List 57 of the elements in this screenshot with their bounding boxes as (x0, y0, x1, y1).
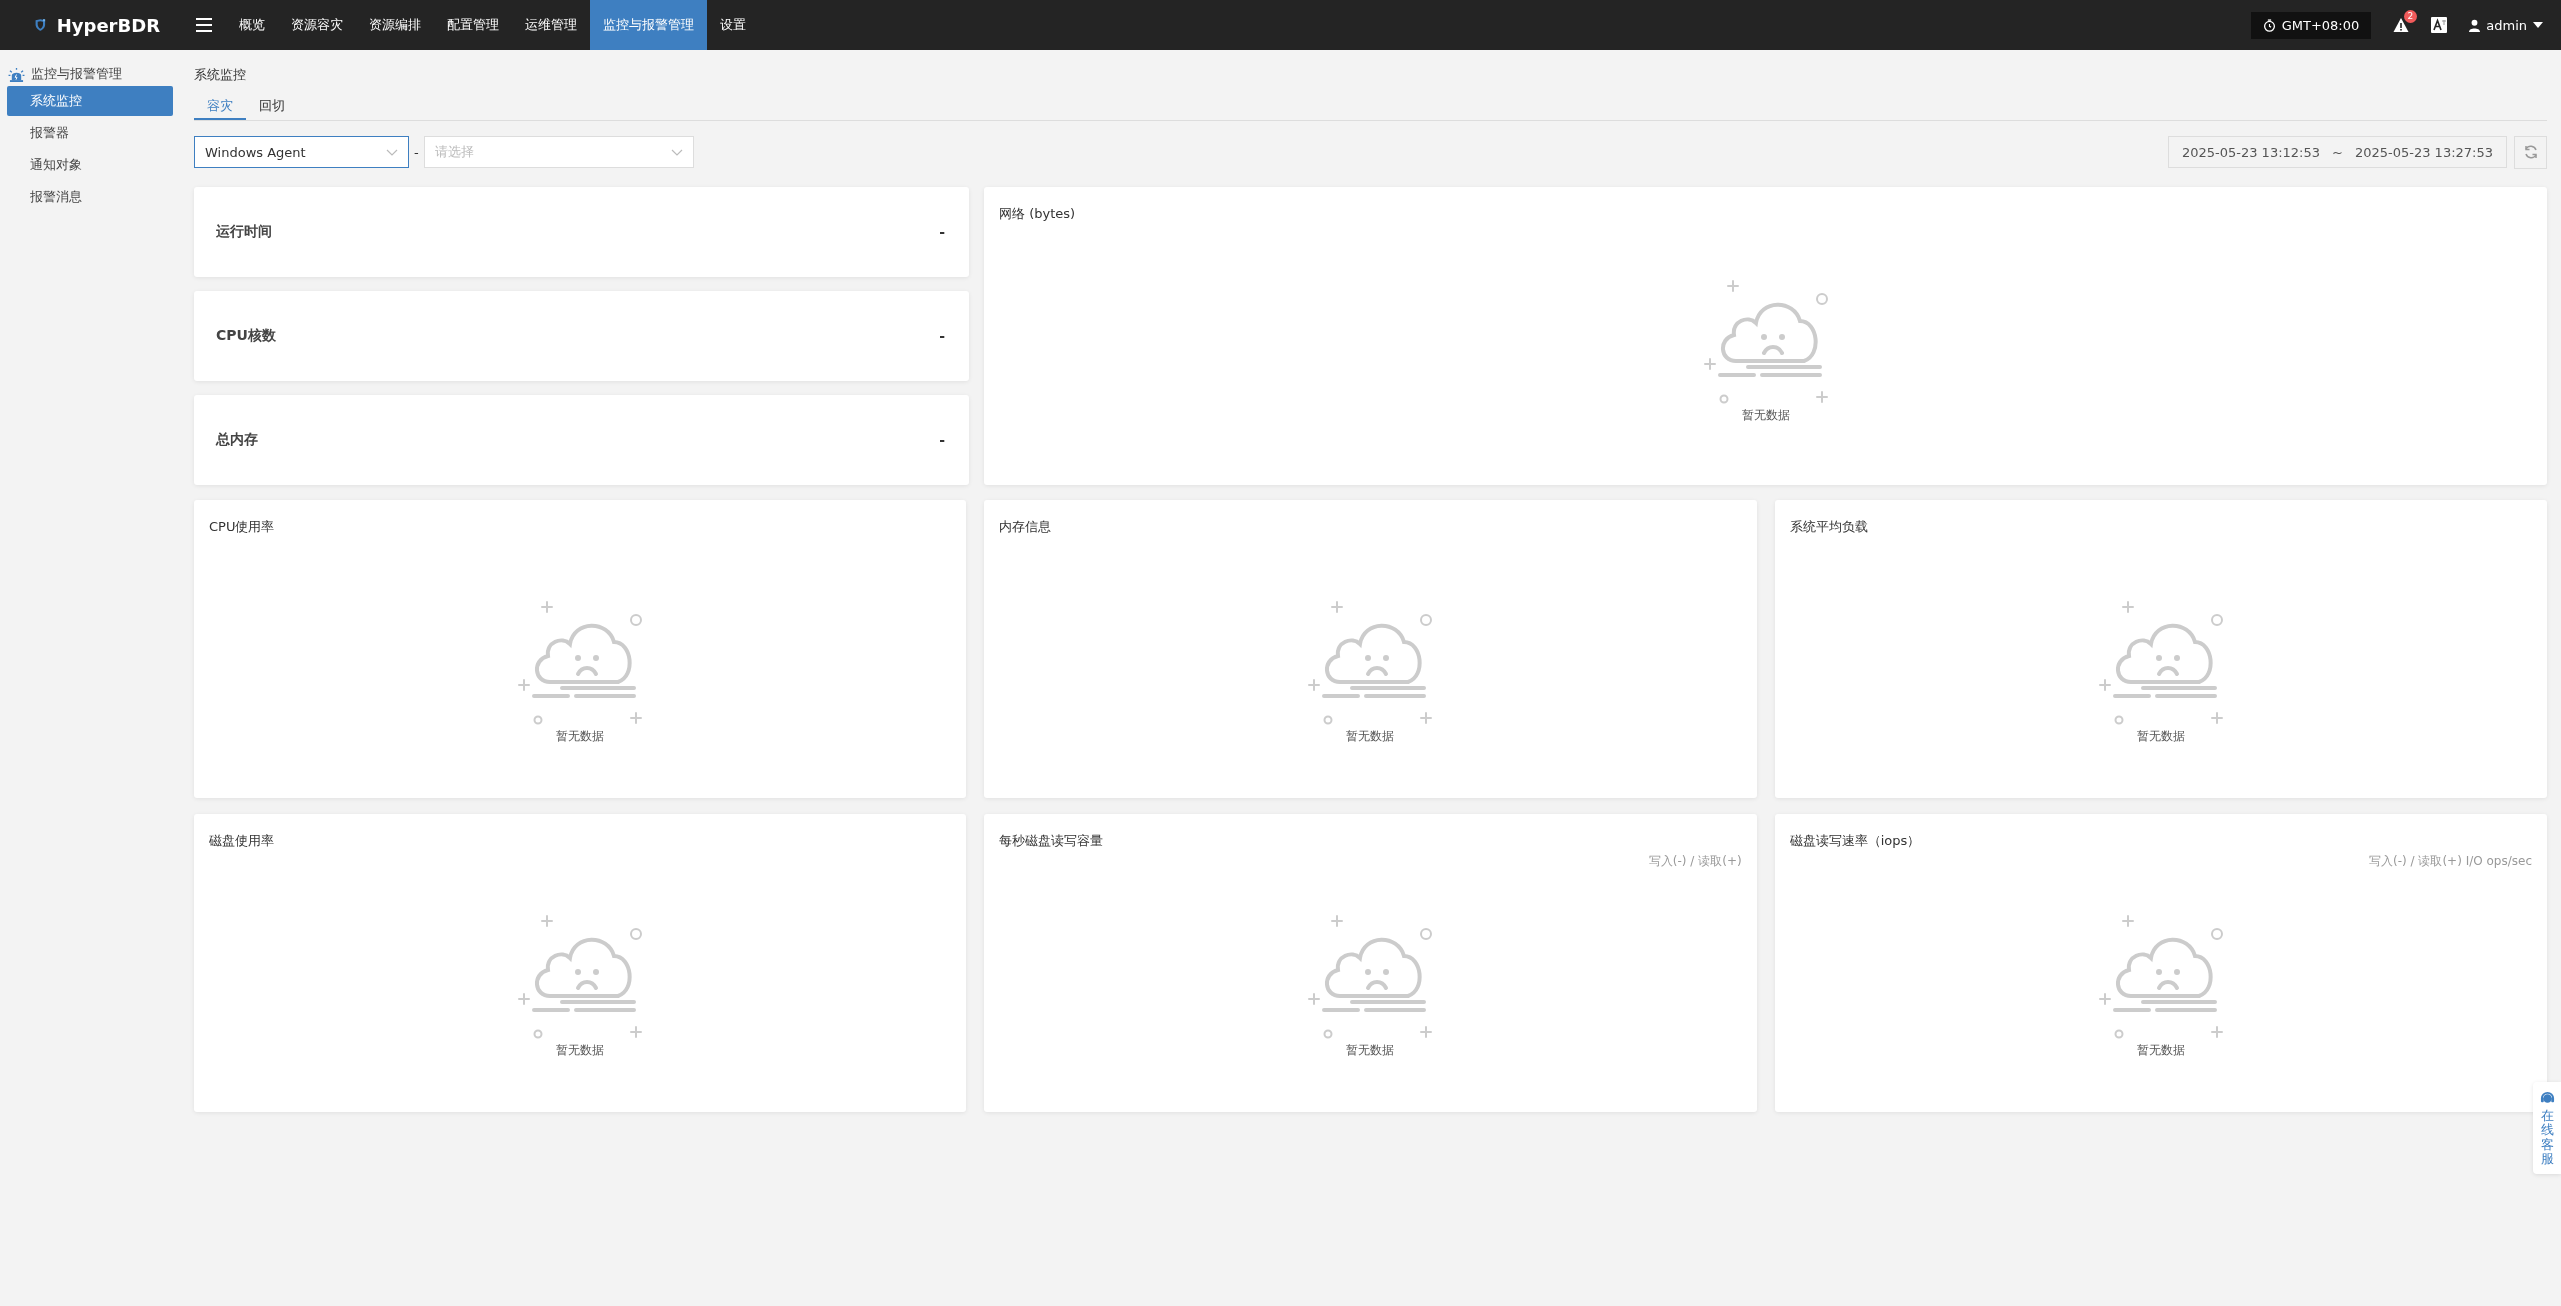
stat-value: - (939, 224, 945, 240)
caret-icon (2533, 22, 2543, 28)
app-name: HyperBDR (56, 14, 160, 36)
empty-text: 暂无数据 (1346, 1041, 1395, 1059)
refresh-icon (2522, 144, 2539, 160)
user-icon (2469, 18, 2481, 32)
clock-icon (2262, 18, 2276, 32)
empty-text: 暂无数据 (1741, 406, 1790, 424)
stat-value: - (939, 328, 945, 344)
chart-title: 系统平均负载 (1789, 519, 1868, 534)
menu-icon[interactable] (196, 18, 212, 32)
chart-legend: 写入(-) / 读取(+) (1648, 854, 1742, 868)
nav-tab[interactable]: 配置管理 (434, 0, 512, 50)
empty-text: 暂无数据 (2136, 727, 2185, 745)
separator-text: - (414, 144, 419, 160)
translate-icon[interactable] (2431, 17, 2448, 33)
timezone-button[interactable]: GMT+08:00 (2250, 11, 2372, 39)
sidebar-item[interactable]: 通知对象 (7, 150, 173, 180)
nav-tab[interactable]: 资源编排 (356, 0, 434, 50)
alert-count-badge: 2 (2403, 10, 2418, 23)
nav-tab[interactable]: 监控与报警管理 (590, 0, 707, 50)
stat-label: 运行时间 (216, 223, 272, 241)
stat-value: - (939, 432, 945, 448)
refresh-button[interactable] (2514, 135, 2547, 169)
empty-text: 暂无数据 (556, 727, 605, 745)
nav-tab[interactable]: 设置 (707, 0, 759, 50)
chart-title: 磁盘读写速率（iops） (1789, 833, 1921, 848)
chart-title: 内存信息 (999, 519, 1052, 534)
agent-type-select[interactable]: Windows Agent (194, 136, 409, 168)
siren-icon (8, 66, 25, 82)
sidebar-title: 监控与报警管理 (31, 65, 122, 83)
user-menu[interactable]: admin (2469, 17, 2543, 33)
chart-title: 磁盘使用率 (209, 833, 274, 848)
page-title: 系统监控 (194, 66, 247, 84)
tab[interactable]: 回切 (246, 94, 298, 120)
nav-tab[interactable]: 资源容灾 (278, 0, 356, 50)
chevron-down-icon (670, 148, 683, 156)
empty-text: 暂无数据 (1346, 727, 1395, 745)
stat-label: 总内存 (216, 431, 258, 449)
chart-title: 网络 (bytes) (999, 206, 1076, 221)
tab[interactable]: 容灾 (194, 94, 246, 120)
empty-text: 暂无数据 (2136, 1041, 2185, 1059)
chart-legend: 写入(-) / 读取(+) I/O ops/sec (2369, 854, 2532, 868)
sidebar-item[interactable]: 系统监控 (7, 86, 173, 116)
chart-title: 每秒磁盘读写容量 (999, 833, 1104, 848)
chevron-down-icon (386, 148, 398, 156)
empty-text: 暂无数据 (556, 1041, 605, 1059)
chart-title: CPU使用率 (209, 519, 275, 534)
warning-icon[interactable] (2393, 17, 2410, 33)
stat-label: CPU核数 (216, 327, 276, 345)
sidebar-item[interactable]: 报警器 (7, 118, 173, 148)
nav-tab[interactable]: 运维管理 (512, 0, 590, 50)
headset-icon (2539, 1090, 2555, 1105)
nav-tab[interactable]: 概览 (226, 0, 278, 50)
online-support-tab[interactable]: 在线客服 (2533, 1082, 2561, 1175)
sidebar-item[interactable]: 报警消息 (7, 182, 173, 212)
date-range-field[interactable]: 2025-05-23 13:12:53 ~ 2025-05-23 13:27:53 (2167, 136, 2507, 168)
